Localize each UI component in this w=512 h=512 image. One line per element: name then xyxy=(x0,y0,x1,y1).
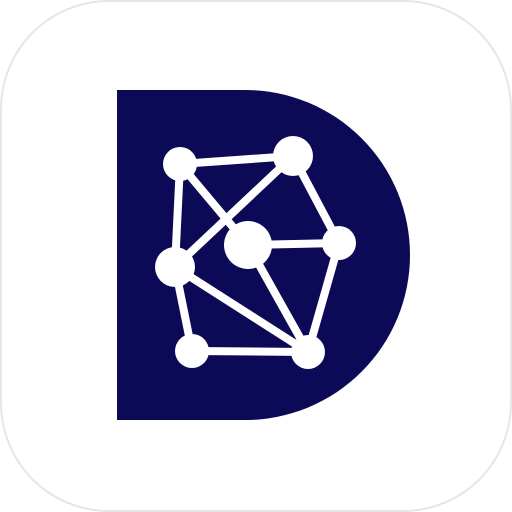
network-node xyxy=(163,147,197,181)
network-node xyxy=(175,334,209,368)
app-icon-tile[interactable] xyxy=(0,0,512,512)
network-d-logo-icon xyxy=(0,0,512,512)
network-node xyxy=(322,226,356,260)
network-node xyxy=(273,136,313,176)
network-node xyxy=(224,221,272,269)
network-node xyxy=(155,247,195,287)
network-node xyxy=(291,335,325,369)
